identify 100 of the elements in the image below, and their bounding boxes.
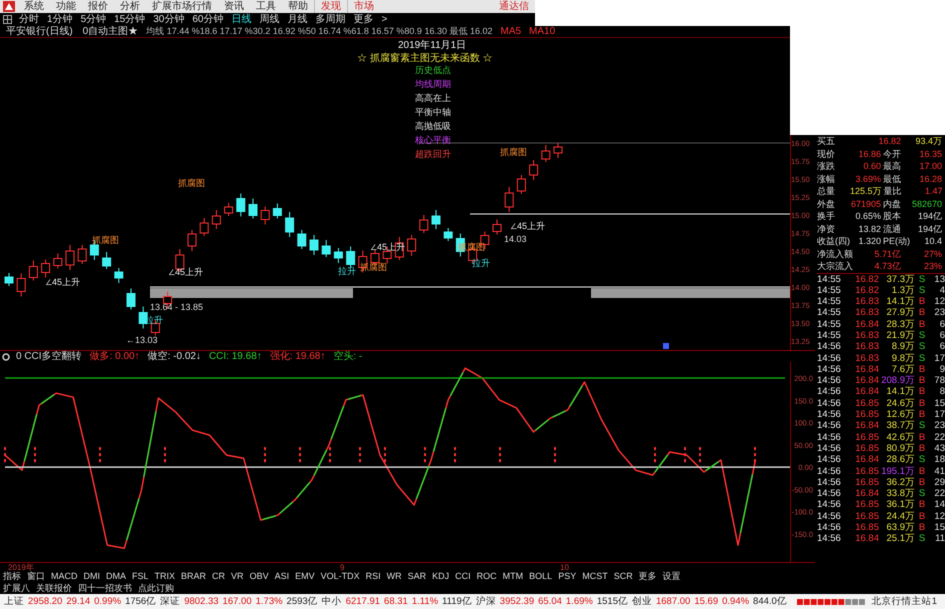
indicator-tab[interactable]: CCI [452, 571, 474, 582]
index-name: 创业 [632, 595, 653, 609]
quote-label: 净流入额 [817, 248, 854, 260]
period-tab[interactable]: 5分钟 [76, 13, 110, 26]
period-tab[interactable]: 月线 [284, 13, 312, 26]
indicator-tab[interactable]: 指标 [0, 571, 24, 582]
quote-value: 1.320 [857, 235, 881, 248]
extra-link[interactable]: 关联报价 [33, 582, 75, 594]
more-arrow[interactable]: > [378, 13, 392, 26]
tick-price: 16.83 [854, 330, 879, 342]
menu-item[interactable]: 分析 [114, 0, 146, 13]
indicator-tab[interactable]: DMI [80, 571, 103, 582]
tick-count: 22 [933, 488, 945, 500]
menu-item[interactable]: 工具 [250, 0, 282, 13]
date-label: 9 [340, 563, 344, 571]
period-tab[interactable]: 多周期 [312, 13, 350, 26]
indicator-tab[interactable]: DMA [103, 571, 129, 582]
indicator-tab[interactable]: CR [209, 571, 228, 582]
extra-link[interactable]: 扩展八 [0, 582, 33, 594]
quote-value: 93.4万 [914, 135, 942, 148]
tick-count: 4 [938, 284, 945, 296]
period-tab[interactable]: 周线 [256, 13, 284, 26]
extra-link[interactable]: 点此订购 [135, 582, 177, 594]
quote-label: 涨跌 [817, 160, 836, 172]
indicator-tab[interactable]: OBV [246, 571, 272, 582]
indicator-tab[interactable]: VOL-TDX [318, 571, 363, 582]
tick-price: 16.83 [854, 296, 879, 308]
chart-label: 14.03 [504, 234, 527, 244]
candlestick [432, 210, 440, 230]
server-status[interactable]: 北京行情主站1 [872, 594, 941, 609]
menu-item[interactable]: 帮助 [282, 0, 314, 13]
quote-value: 1.47 [924, 185, 943, 198]
quote-value: 10.4 [923, 235, 942, 248]
chart-label: ∠45上升 [45, 277, 80, 287]
period-tab[interactable]: 更多 [350, 13, 378, 26]
candlestick [200, 218, 209, 236]
tick-time: 14:56 [817, 352, 842, 364]
level-label: 高高在上 [415, 93, 451, 103]
indicator-tab[interactable]: ASI [272, 571, 292, 582]
quote-label: 流通 [882, 222, 902, 235]
indicator-tab[interactable]: KDJ [429, 571, 452, 582]
indicator-tab[interactable]: SAR [404, 571, 430, 582]
menu-item[interactable]: 系统 [18, 0, 50, 13]
extra-link[interactable]: 四十一招攻书 [75, 582, 135, 594]
quote-label: 换手 [817, 210, 836, 222]
indicator-tab[interactable]: VR [228, 571, 247, 582]
tick-count: 22 [933, 432, 945, 443]
menu-item[interactable]: 扩展市场行情 [146, 0, 218, 13]
indicator-tab[interactable]: PSY [555, 571, 580, 582]
tick-count: 6 [938, 330, 945, 342]
indicator-tab[interactable]: SCR [610, 571, 636, 582]
tick-price: 16.85 [854, 510, 879, 522]
tick-time: 14:56 [817, 386, 842, 398]
period-tab[interactable]: 30分钟 [149, 13, 188, 26]
indicator-tab[interactable]: 设置 [660, 571, 684, 582]
indicator-tab[interactable]: WR [384, 571, 405, 582]
period-tab[interactable]: 60分钟 [188, 13, 228, 26]
tick-count: 29 [933, 476, 945, 488]
menu-item[interactable]: 功能 [50, 0, 82, 13]
indicator-tab[interactable]: FSL [129, 571, 152, 582]
tick-time: 14:56 [817, 432, 842, 443]
index-name: 中小 [322, 595, 343, 609]
tick-price: 16.82 [854, 284, 879, 296]
period-tab[interactable]: 1分钟 [43, 13, 77, 26]
indicator-tab[interactable]: BOLL [526, 571, 556, 582]
indicator-tab[interactable]: MACD [48, 571, 80, 582]
index-amount: 844.0亿 [753, 595, 788, 609]
index-value: 2958.20 [28, 595, 64, 609]
indicator-tab[interactable]: 更多 [636, 571, 660, 582]
tick-count: 9 [938, 364, 945, 376]
period-tab[interactable]: 分时 [15, 13, 43, 26]
tick-count: 15 [933, 398, 945, 410]
indicator-tab[interactable]: BRAR [178, 571, 210, 582]
indicator-tab[interactable]: ROC [474, 571, 500, 582]
period-tab[interactable]: 15分钟 [110, 13, 150, 26]
tick-price: 16.84 [854, 420, 879, 432]
candlestick [248, 198, 258, 219]
quote-label: 总量 [817, 185, 836, 198]
indicator-tab[interactable]: MTM [500, 571, 526, 582]
indicator-tab[interactable]: EMV [292, 571, 318, 582]
index-amount: 1756亿 [125, 595, 158, 609]
indicator-tab[interactable]: TRIX [152, 571, 178, 582]
index-change: 65.04 [538, 595, 563, 609]
indicator-tab[interactable]: MCST [579, 571, 611, 582]
chart-label: ←13.03 [126, 335, 158, 345]
candlestick [297, 230, 306, 250]
tick-side: B [918, 318, 926, 330]
tick-side: S [918, 330, 926, 342]
menu-item[interactable]: 报价 [82, 0, 114, 13]
indicator-values: 均线 17.44 %18.6 17.17 %30.2 16.92 %50 16.74 %61.8 16.57 %80.9 16.30 最低 16.02 [145, 26, 494, 37]
indicator-tab[interactable]: 窗口 [24, 571, 48, 582]
quote-label: PE(动) [882, 235, 911, 248]
period-tab[interactable]: 日线 [228, 13, 256, 26]
level-label: 高抛低吸 [415, 121, 451, 131]
tick-side: S [918, 420, 926, 432]
menu-item[interactable]: 资讯 [218, 0, 250, 13]
tick-volume: 14.1万 [886, 296, 915, 308]
index-pct: 0.99% [94, 595, 122, 609]
indicator-tab[interactable]: RSI [362, 571, 384, 582]
tick-time: 14:55 [817, 274, 842, 285]
